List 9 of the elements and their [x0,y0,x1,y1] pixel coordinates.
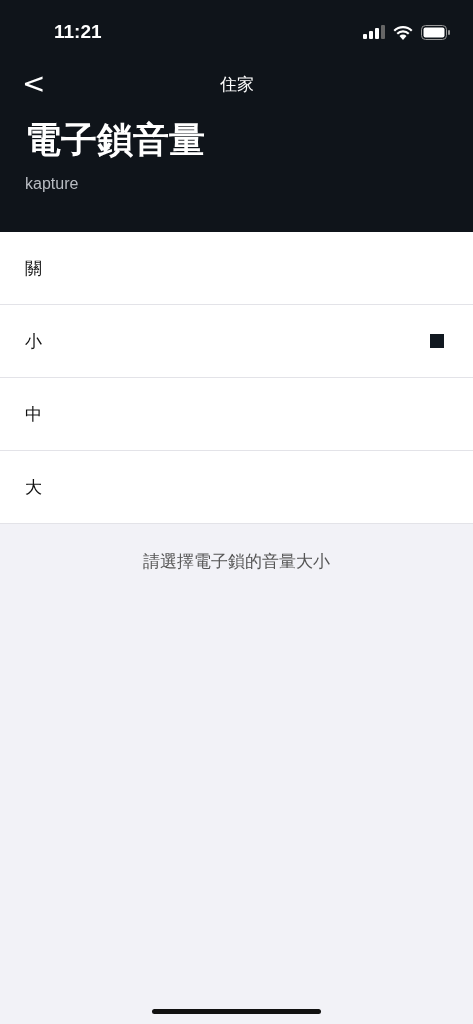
signal-icon [363,25,385,39]
status-time: 11:21 [54,21,102,43]
battery-icon [421,24,451,40]
footer-note: 請選擇電子鎖的音量大小 [142,550,331,573]
back-button[interactable]: < [14,66,54,102]
page-subtitle: kapture [24,174,80,193]
page-title: 電子鎖音量 [24,118,206,162]
nav-title: 住家 [219,72,254,96]
wifi-icon [393,24,413,40]
